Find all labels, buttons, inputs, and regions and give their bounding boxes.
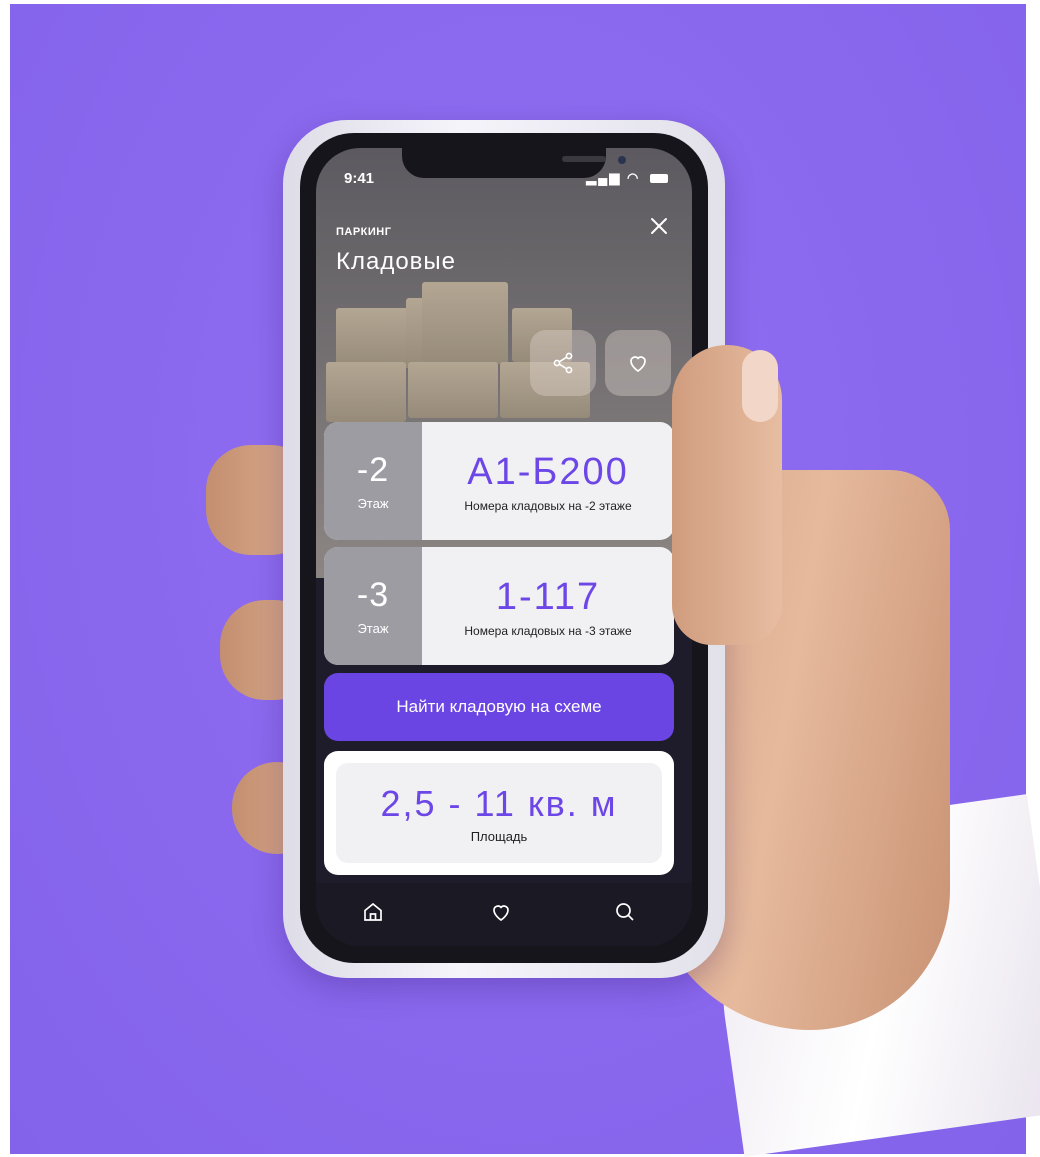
battery-icon (650, 174, 668, 184)
floor-info: 1-117 Номера кладовых на -3 этаже (422, 547, 674, 665)
area-value: 2,5 - 11 кв. м (380, 783, 618, 824)
home-icon (364, 902, 382, 921)
floor-badge: -3 Этаж (324, 547, 422, 665)
heart-icon (493, 905, 509, 922)
floor-card-minus-2[interactable]: -2 Этаж А1-Б200 Номера кладовых на -2 эт… (324, 422, 674, 540)
area-label: Площадь (470, 829, 528, 844)
storage-range: А1-Б200 (467, 451, 629, 493)
close-button[interactable] (646, 214, 672, 240)
heart-icon (630, 356, 646, 373)
tab-search[interactable] (608, 895, 642, 929)
favorite-button[interactable] (605, 330, 671, 396)
share-icon (553, 352, 573, 374)
find-storage-button[interactable]: Найти кладовую на схеме (324, 673, 674, 741)
floor-info: А1-Б200 Номера кладовых на -2 этаже (422, 422, 674, 540)
tab-home[interactable] (356, 895, 390, 929)
storage-range-description: Номера кладовых на -2 этаже (464, 499, 632, 513)
box (336, 308, 410, 368)
tab-bar (316, 883, 692, 946)
floor-badge: -2 Этаж (324, 422, 422, 540)
floor-label: Этаж (357, 496, 389, 511)
storage-range: 1-117 (495, 576, 601, 618)
box (408, 362, 498, 418)
wifi-icon: ◠ (627, 170, 641, 185)
signal-icon: ▂▄▆ (586, 170, 622, 185)
area-card: 2,5 - 11 кв. м Площадь (324, 751, 674, 875)
speaker (562, 156, 606, 162)
status-time: 9:41 (344, 170, 375, 187)
page-title: Кладовые (336, 248, 457, 275)
close-icon (651, 218, 667, 234)
share-button[interactable] (530, 330, 596, 396)
floor-number: -3 (356, 576, 390, 614)
notch (402, 148, 626, 178)
box (326, 362, 406, 422)
thumbnail (742, 350, 778, 422)
floor-label: Этаж (357, 621, 389, 636)
floor-card-minus-3[interactable]: -3 Этаж 1-117 Номера кладовых на -3 этаж… (324, 547, 674, 665)
floor-number: -2 (356, 451, 390, 489)
storage-range-description: Номера кладовых на -3 этаже (464, 624, 632, 638)
front-camera (618, 156, 626, 164)
area-inner: 2,5 - 11 кв. м Площадь (336, 763, 662, 863)
box (422, 282, 508, 364)
status-icons: ▂▄▆ ◠ (586, 170, 668, 186)
search-icon (616, 903, 634, 921)
phone-screen: 9:41 ▂▄▆ ◠ ПАРКИНГ Кладовые -2 Этаж А1-Б… (316, 148, 692, 946)
section-caption: ПАРКИНГ (336, 226, 392, 238)
tab-favorites[interactable] (484, 895, 518, 929)
